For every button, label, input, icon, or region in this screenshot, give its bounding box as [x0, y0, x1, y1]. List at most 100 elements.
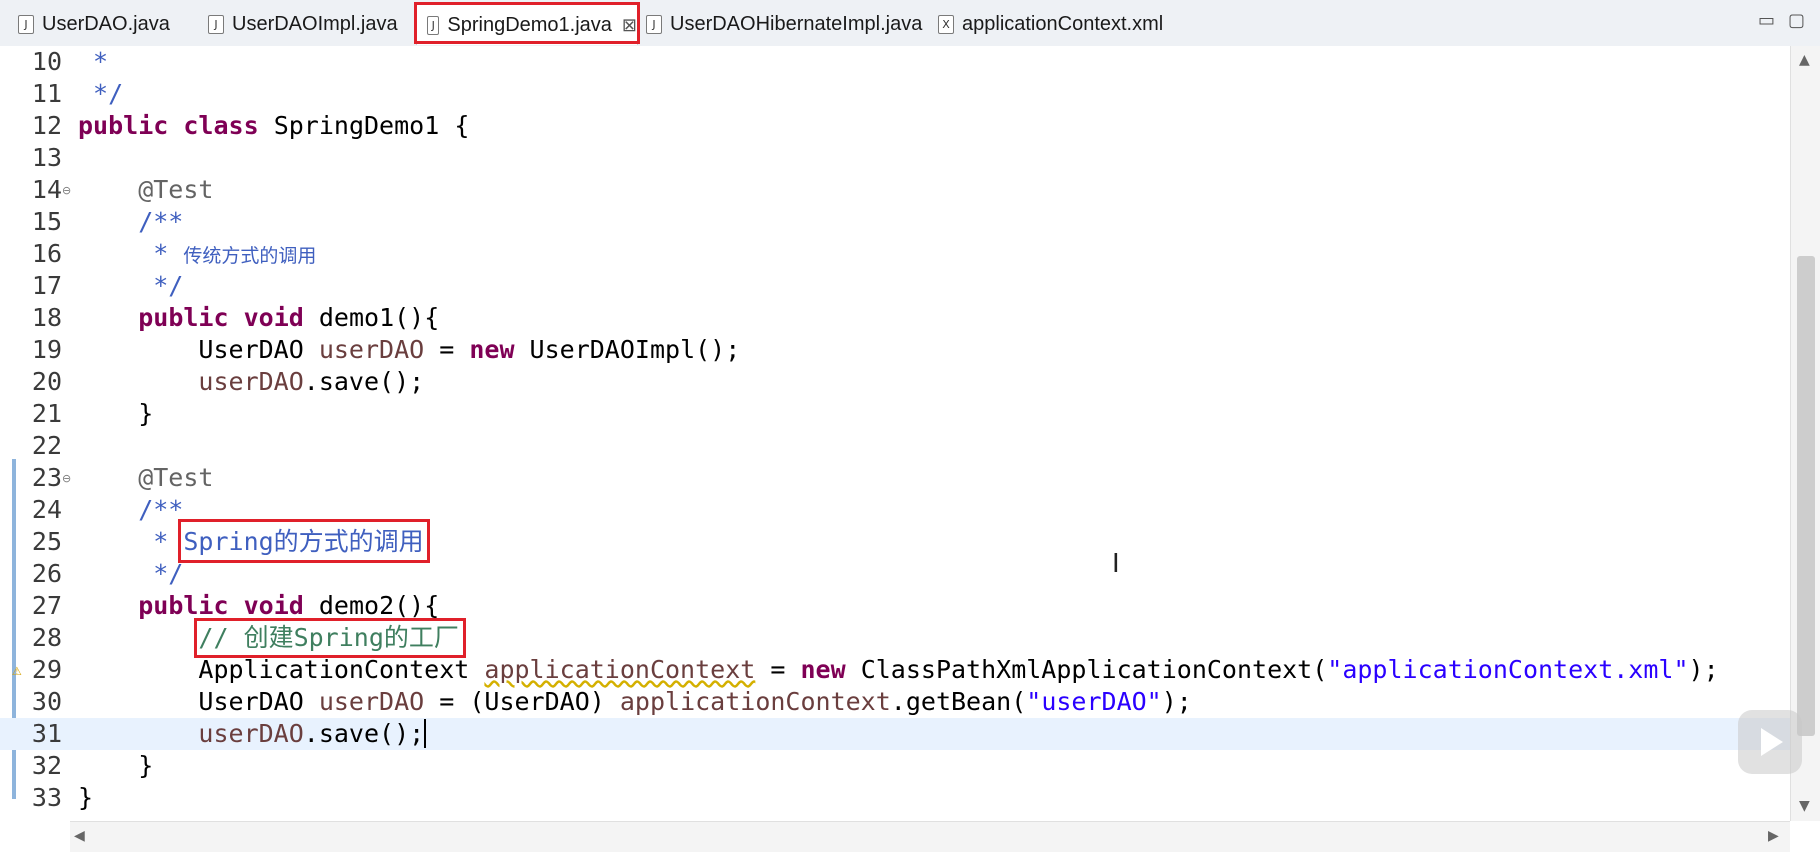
keyword: public [78, 111, 169, 140]
java-file-icon: J [646, 14, 662, 34]
fold-icon[interactable]: ⊖ [62, 472, 71, 485]
java-file-icon: J [427, 15, 440, 35]
code-line-33: } [78, 783, 94, 812]
code-line-23: @Test [78, 463, 214, 492]
variable: userDAO [198, 719, 304, 748]
string-literal: "userDAO" [1026, 687, 1162, 716]
code-text: UserDAOImpl(); [514, 335, 741, 364]
code-editor[interactable]: 10 * 11 */ 12 public class SpringDemo1 { … [0, 46, 1790, 821]
tab-label: UserDAOHibernateImpl.java [670, 12, 923, 35]
minimize-icon[interactable]: ▭ [1758, 10, 1775, 31]
vertical-scroll-thumb[interactable] [1797, 256, 1815, 736]
line-number: 20 [31, 367, 62, 396]
tab-label: applicationContext.xml [962, 12, 1164, 35]
vertical-scrollbar[interactable]: ▲ ▼ [1790, 46, 1820, 821]
line-number: 25 [31, 527, 62, 556]
line-number: 21 [31, 399, 62, 428]
line-number: 29 [31, 655, 62, 684]
code-text: .save(); [303, 367, 425, 396]
code-text: .getBean( [890, 687, 1027, 716]
code-text: = [755, 655, 801, 684]
code-line-25: * Spring的方式的调用 [78, 526, 424, 558]
scroll-down-icon[interactable]: ▼ [1799, 798, 1810, 814]
code-line-29: ApplicationContext applicationContext = … [78, 654, 1719, 686]
tab-userdao-java[interactable]: J UserDAO.java [8, 4, 170, 44]
line-number: 23 [31, 463, 62, 492]
code-text: * [78, 527, 184, 556]
code-text: SpringDemo1 { [273, 111, 470, 140]
code-line-31: userDAO.save(); [78, 718, 427, 750]
line-number: 18 [31, 303, 62, 332]
code-line-17: */ [78, 271, 184, 300]
code-text: ); [1161, 687, 1192, 716]
line-number: 16 [31, 239, 62, 268]
xml-file-icon: X [938, 14, 954, 34]
line-number: 30 [31, 687, 62, 716]
line-number: 15 [31, 207, 62, 236]
code-line-12: public class SpringDemo1 { [78, 110, 469, 142]
keyword: public [138, 303, 229, 332]
code-line-27: public void demo2(){ [78, 590, 439, 622]
editor-tab-bar: J UserDAO.java J UserDAOImpl.java J Spri… [0, 0, 1820, 47]
keyword: public [138, 591, 229, 620]
code-line-32: } [78, 751, 154, 780]
line-number: 22 [31, 431, 62, 460]
scroll-right-icon[interactable]: ▶ [1768, 828, 1779, 844]
line-number: 11 [31, 79, 62, 108]
variable: applicationContext [619, 687, 891, 716]
code-line-16: * 传统方式的调用 [78, 238, 316, 272]
tab-label: UserDAOImpl.java [232, 12, 398, 35]
tab-label: UserDAO.java [42, 12, 170, 35]
tab-label: SpringDemo1.java [447, 13, 612, 36]
java-file-icon: J [208, 14, 224, 34]
keyword: class [183, 111, 259, 140]
line-number: 28 [31, 623, 62, 652]
code-text: demo2(){ [318, 591, 440, 620]
variable: applicationContext [484, 655, 756, 684]
line-number: 31 [31, 719, 62, 748]
warning-icon[interactable]: ⚠ [12, 660, 22, 679]
code-line-14: @Test [78, 175, 214, 204]
video-play-icon[interactable] [1738, 710, 1802, 774]
line-number: 19 [31, 335, 62, 364]
variable: userDAO [198, 367, 304, 396]
maximize-icon[interactable]: ▢ [1788, 10, 1805, 31]
code-text: Spring的方式的调用 [183, 527, 424, 556]
keyword: new [800, 655, 846, 684]
current-line-highlight: 31 userDAO.save(); [0, 718, 1790, 750]
code-text: UserDAO [78, 687, 319, 716]
code-text: demo1(){ [318, 303, 440, 332]
code-line-26: */ [78, 559, 184, 588]
code-line-19: UserDAO userDAO = new UserDAOImpl(); [78, 334, 740, 366]
line-number: 13 [31, 143, 62, 172]
string-literal: "applicationContext.xml" [1327, 655, 1689, 684]
java-file-icon: J [18, 14, 34, 34]
code-line-11: */ [78, 79, 124, 108]
tab-userdaohibernateimpl-java[interactable]: J UserDAOHibernateImpl.java [636, 4, 922, 44]
code-line-18: public void demo1(){ [78, 302, 439, 334]
code-text: ApplicationContext [78, 655, 485, 684]
variable: userDAO [318, 335, 425, 364]
mouse-ibeam-icon: I [1112, 549, 1120, 579]
scroll-left-icon[interactable]: ◀ [74, 828, 85, 844]
text-caret [424, 719, 427, 748]
fold-icon[interactable]: ⊖ [62, 184, 71, 197]
tab-userdaoimpl-java[interactable]: J UserDAOImpl.java [198, 4, 398, 44]
horizontal-scrollbar[interactable]: ◀ ▶ [70, 821, 1790, 852]
line-number: 17 [31, 271, 62, 300]
line-number: 14 [31, 175, 62, 204]
scroll-up-icon[interactable]: ▲ [1799, 52, 1810, 68]
tab-applicationcontext-xml[interactable]: X applicationContext.xml [928, 4, 1163, 44]
code-text: ClassPathXmlApplicationContext( [845, 655, 1328, 684]
close-tab-icon[interactable]: ⊠ [622, 15, 637, 36]
code-line-28: // 创建Spring的工厂 [78, 622, 459, 654]
variable: userDAO [318, 687, 425, 716]
line-comment: // 创建Spring的工厂 [198, 623, 459, 652]
code-text: ); [1688, 655, 1719, 684]
line-number: 27 [31, 591, 62, 620]
line-number: 33 [31, 783, 62, 812]
tab-springdemo1-java[interactable]: J SpringDemo1.java ⊠ [416, 4, 638, 45]
keyword: void [243, 303, 304, 332]
code-text: 传统方式的调用 [183, 245, 317, 267]
code-text: .save(); [303, 719, 425, 748]
